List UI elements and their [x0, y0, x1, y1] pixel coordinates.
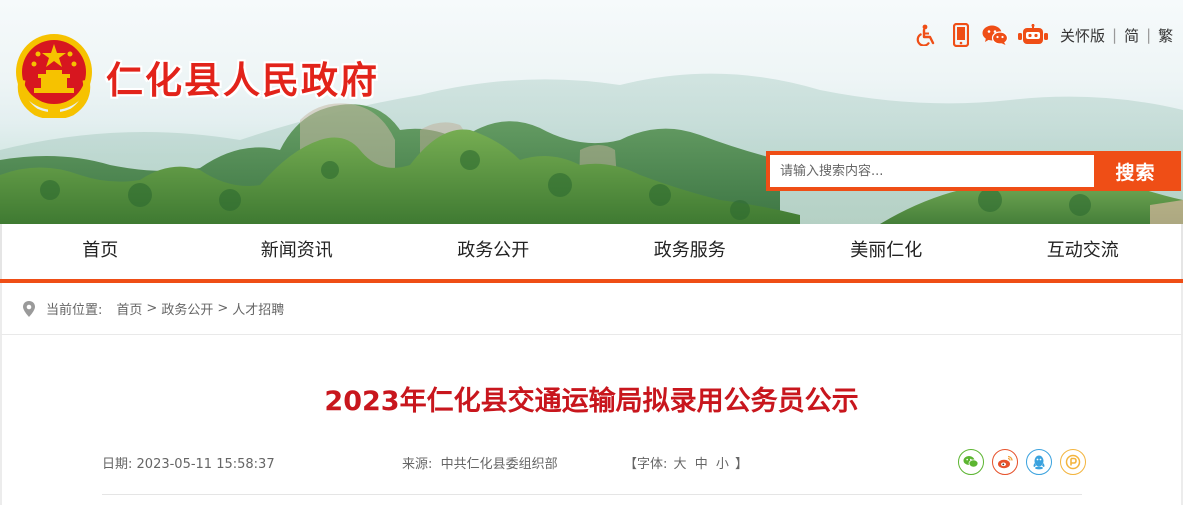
main-nav: 首页 新闻资讯 政务公开 政务服务 美丽仁化 互动交流 [0, 224, 1183, 280]
nav-item-gov-services[interactable]: 政务服务 [592, 224, 789, 280]
nav-item-news[interactable]: 新闻资讯 [199, 224, 396, 280]
article-title: 2023年仁化县交通运输局拟录用公务员公示 [324, 386, 859, 417]
share-buttons [950, 449, 1086, 475]
location-pin-icon [23, 300, 35, 317]
source-value: 中共仁化县委组织部 [440, 457, 558, 472]
separator: | [1112, 26, 1118, 44]
site-title: 仁化县人民政府 [106, 59, 379, 102]
font-size-small-button[interactable]: 小 [716, 457, 729, 472]
article-container: 2023年仁化县交通运输局拟录用公务员公示 日期: 2023-05-11 15:… [0, 335, 1183, 505]
qzone-share-icon[interactable] [1060, 449, 1086, 475]
breadcrumb-home[interactable]: 首页 [116, 299, 142, 318]
top-toolbar [914, 20, 1058, 50]
date-label: 日期: [102, 457, 133, 472]
weibo-share-icon[interactable] [992, 449, 1018, 475]
wechat-share-icon[interactable] [958, 449, 984, 475]
top-links: 关怀版 | 简 | 繁 [1060, 24, 1173, 46]
accessibility-icon[interactable] [914, 22, 940, 48]
breadcrumb-label: 当前位置: [46, 303, 103, 318]
nav-item-interaction[interactable]: 互动交流 [985, 224, 1182, 280]
source-label: 来源: [402, 457, 433, 472]
font-size-medium-button[interactable]: 中 [695, 457, 708, 472]
wechat-icon[interactable] [982, 22, 1008, 48]
meta-divider [102, 494, 1082, 495]
mobile-icon[interactable] [948, 22, 974, 48]
national-emblem-icon [16, 34, 92, 118]
search-button[interactable]: 搜索 [1094, 155, 1177, 187]
article-meta: 日期: 2023-05-11 15:58:37 来源: 中共仁化县委组织部 【字… [102, 447, 1086, 477]
care-version-link[interactable]: 关怀版 [1060, 25, 1105, 46]
article-source: 来源: 中共仁化县委组织部 [402, 453, 558, 472]
publish-date: 日期: 2023-05-11 15:58:37 [102, 453, 275, 472]
nav-item-beautiful-renhua[interactable]: 美丽仁化 [788, 224, 985, 280]
date-value: 2023-05-11 15:58:37 [136, 457, 275, 472]
breadcrumb-separator: > [146, 301, 158, 316]
font-size-label: 【字体: [624, 457, 668, 472]
robot-icon[interactable] [1016, 22, 1050, 48]
search-box: 搜索 [766, 151, 1181, 191]
breadcrumb-recruitment[interactable]: 人才招聘 [232, 299, 284, 318]
traditional-chinese-link[interactable]: 繁 [1158, 25, 1173, 46]
breadcrumb-separator: > [217, 301, 229, 316]
font-size-large-button[interactable]: 大 [674, 457, 687, 472]
font-size-close: 】 [735, 457, 749, 472]
nav-item-home[interactable]: 首页 [2, 224, 199, 280]
separator: | [1146, 26, 1152, 44]
font-size-control: 【字体: 大 中 小 】 [624, 453, 748, 472]
nav-item-gov-affairs[interactable]: 政务公开 [395, 224, 592, 280]
breadcrumb-gov-affairs[interactable]: 政务公开 [161, 299, 213, 318]
simplified-chinese-link[interactable]: 简 [1124, 25, 1139, 46]
qq-share-icon[interactable] [1026, 449, 1052, 475]
breadcrumb: 当前位置: 首页 > 政务公开 > 人才招聘 [0, 283, 1183, 335]
search-input[interactable] [770, 155, 1094, 187]
header-banner: 仁化县人民政府 关怀版 | 简 | 繁 请输入搜索内容... 搜索 [0, 0, 1183, 224]
